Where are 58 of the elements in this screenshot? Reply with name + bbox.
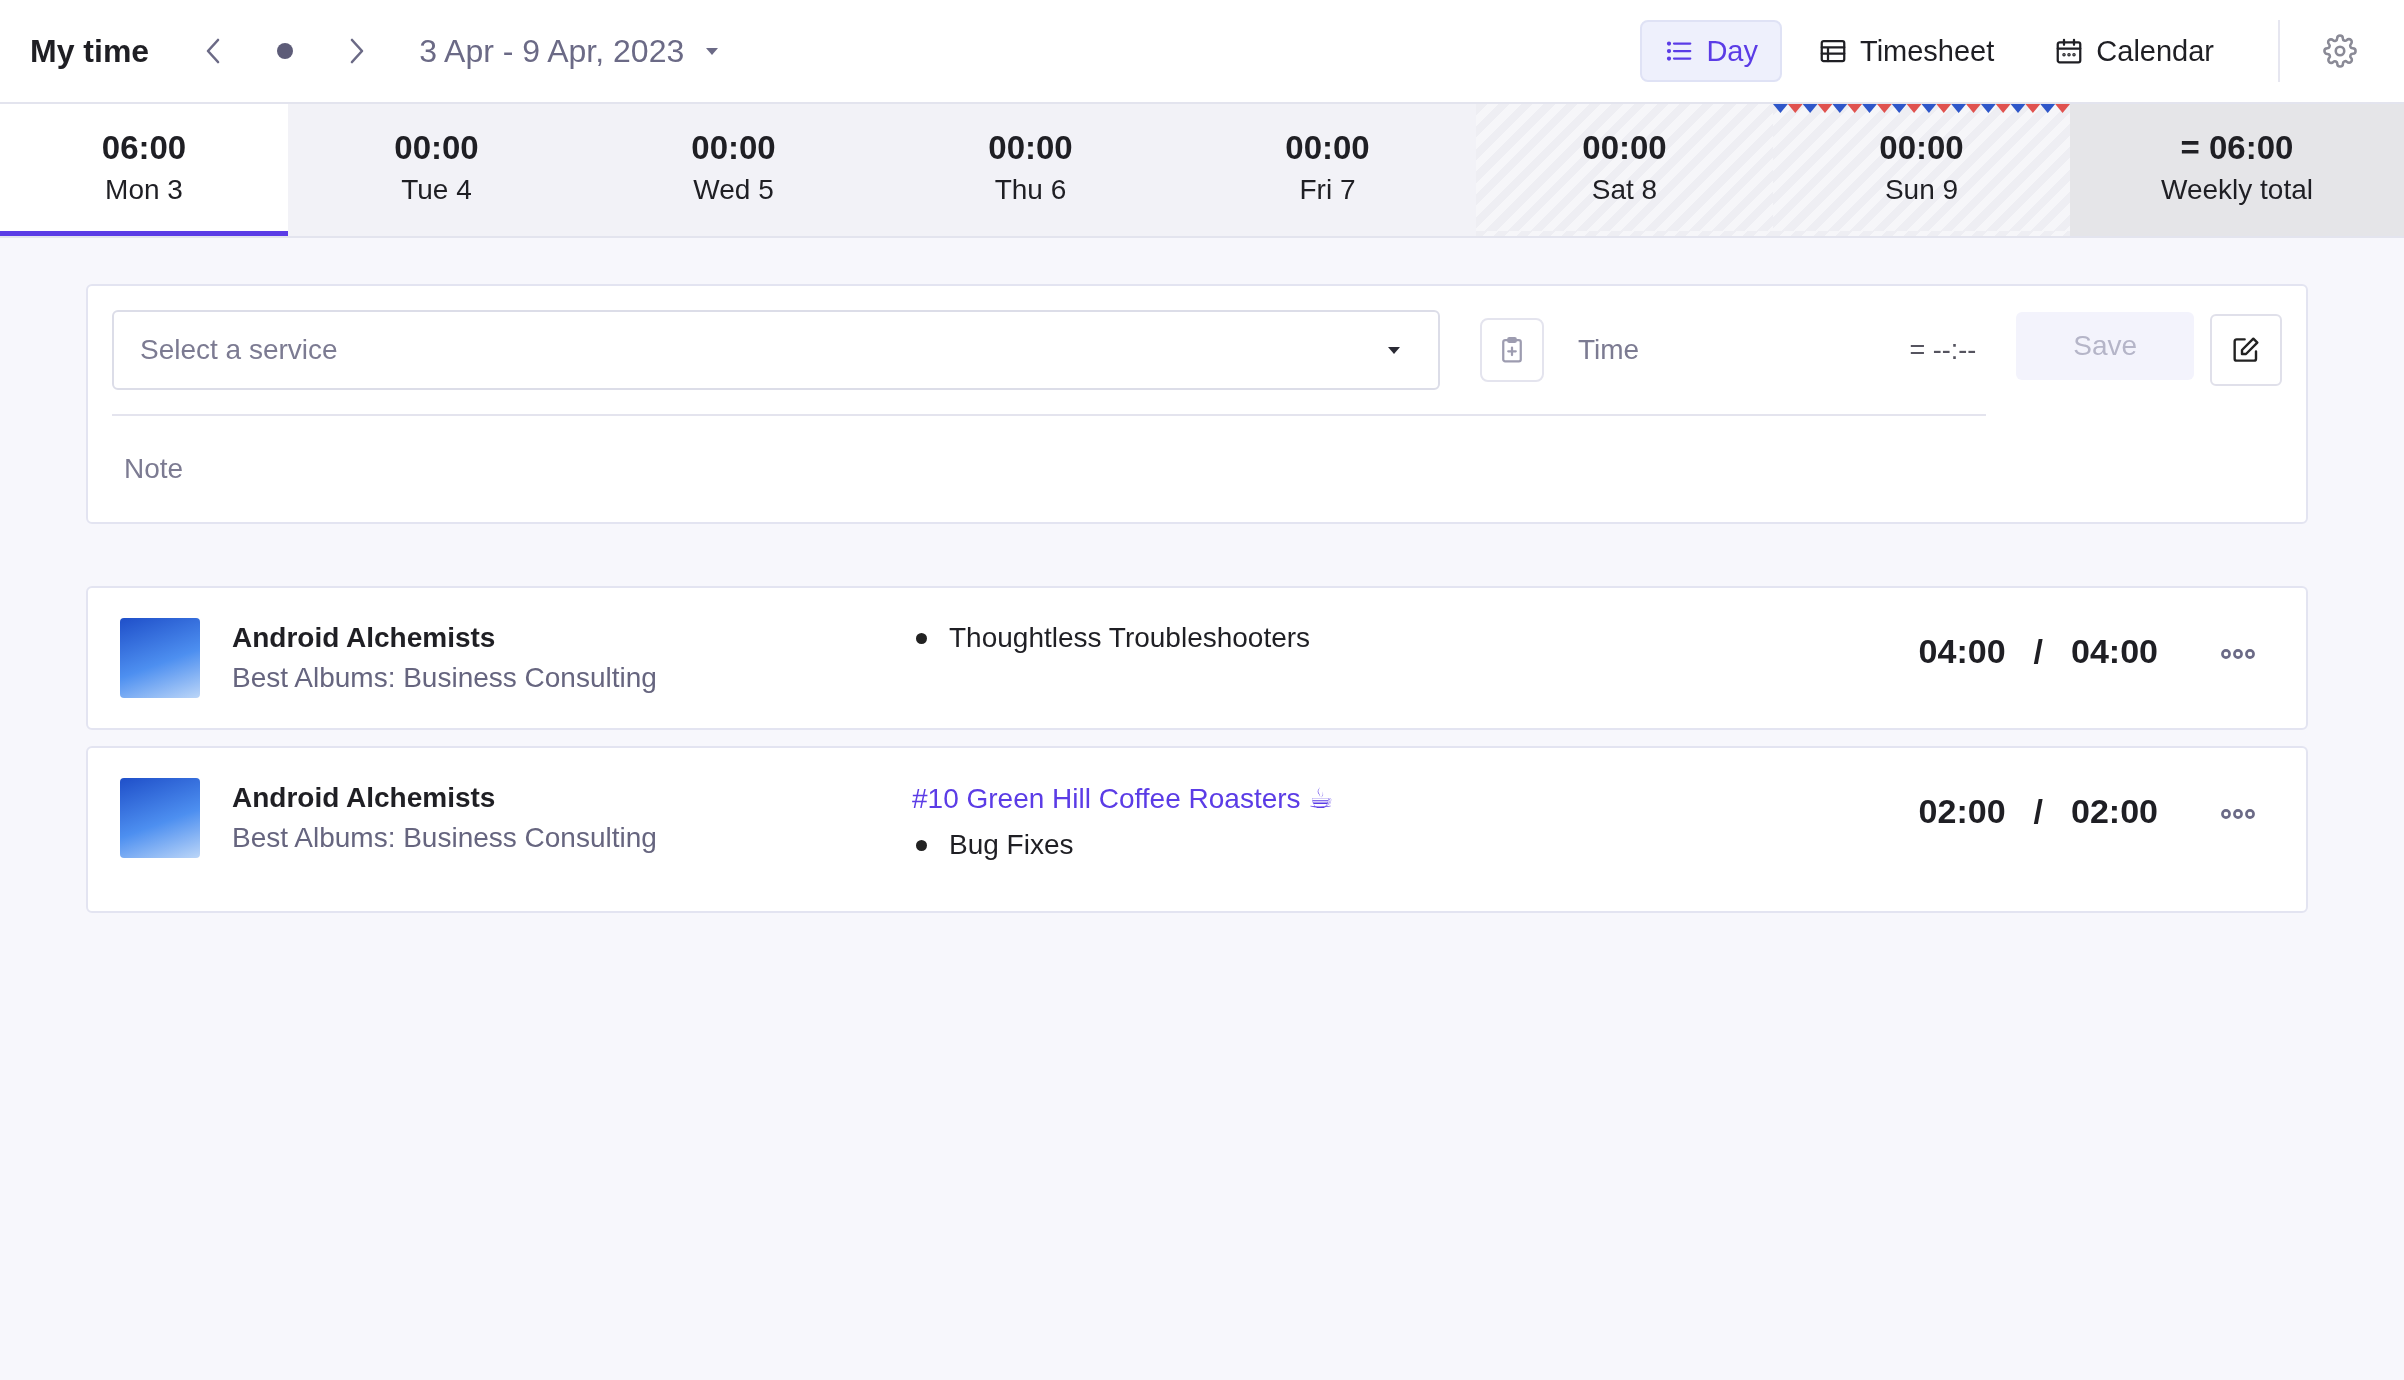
dot-icon (277, 43, 294, 59)
task-name: Thoughtless Troubleshooters (949, 622, 1311, 654)
day-hours: 06:00 (101, 127, 187, 168)
date-column[interactable]: 00:00 Tue 4 (288, 104, 585, 236)
tracked-time: 02:00 (1918, 792, 2006, 831)
time-separator: / (2033, 792, 2044, 831)
caret-icon (704, 46, 721, 56)
duration-text: = --:-- (1909, 334, 1977, 366)
settings-button[interactable] (2320, 31, 2360, 71)
bullet-icon (916, 839, 927, 851)
caret-icon (1386, 345, 1402, 355)
day-label: Sat 8 (1591, 172, 1658, 207)
date-column[interactable]: 00:00 Fri 7 (1179, 104, 1476, 236)
date-column[interactable]: 00:00 Sun 9 (1773, 104, 2070, 236)
chevron-right-icon (350, 38, 365, 64)
settings-icon (2323, 34, 2357, 68)
more-icon (2220, 808, 2256, 820)
date-column[interactable]: 06:00 Mon 3 (0, 104, 288, 236)
note-field[interactable]: Note (122, 452, 926, 486)
view-tab[interactable]: Timesheet (1794, 20, 2019, 82)
day-hours: 00:00 (1582, 127, 1667, 168)
task-name: Bug Fixes (949, 829, 1074, 861)
day-hours: 00:00 (394, 127, 479, 168)
day-hours: 00:00 (1879, 127, 1964, 168)
view-tab[interactable]: Calendar (2030, 20, 2238, 82)
view-tab[interactable]: Day (1640, 20, 1782, 82)
day-label: Thu 6 (994, 172, 1067, 207)
date-column[interactable]: 00:00 Thu 6 (882, 104, 1179, 236)
clipboard-button[interactable] (1480, 318, 1544, 382)
weekly-total-hours: = 06:00 (2180, 127, 2294, 168)
day-label: Wed 5 (693, 172, 774, 207)
client-name: Android Alchemists (232, 781, 497, 815)
bullet-icon (916, 632, 927, 644)
client-name: Android Alchemists (232, 621, 497, 655)
project-name: Best Albums: Business Consulting (232, 661, 658, 695)
edit-button[interactable] (2210, 314, 2282, 386)
date-range-dropdown[interactable]: 3 Apr - 9 Apr, 2023 (419, 32, 721, 70)
day-label: Tue 4 (401, 172, 472, 207)
day-hours: 00:00 (1285, 127, 1370, 168)
date-column[interactable]: 00:00 Wed 5 (585, 104, 882, 236)
project-name: Best Albums: Business Consulting (232, 821, 658, 855)
day-hours: 00:00 (988, 127, 1073, 168)
chevron-left-icon (206, 38, 221, 64)
date-column[interactable]: 00:00 Sat 8 (1476, 104, 1773, 236)
page-title: My time (30, 32, 150, 70)
day-hours: 00:00 (691, 127, 776, 168)
more-icon (2220, 648, 2256, 660)
day-label: Fri 7 (1299, 172, 1356, 207)
billable-time: 02:00 (2071, 792, 2158, 831)
time-separator: / (2033, 632, 2044, 671)
weekly-total-label: Weekly total (2161, 172, 2313, 207)
time-field[interactable]: Time (1576, 333, 1800, 367)
billable-time: 04:00 (2071, 632, 2158, 671)
day-label: Sun 9 (1884, 172, 1959, 207)
tracked-time: 04:00 (1918, 632, 2006, 671)
day-label: Mon 3 (105, 172, 183, 207)
issue-link[interactable]: #10 Green Hill Coffee Roasters ☕ (912, 782, 1334, 815)
service-dropdown[interactable]: Select a service (112, 310, 1440, 390)
